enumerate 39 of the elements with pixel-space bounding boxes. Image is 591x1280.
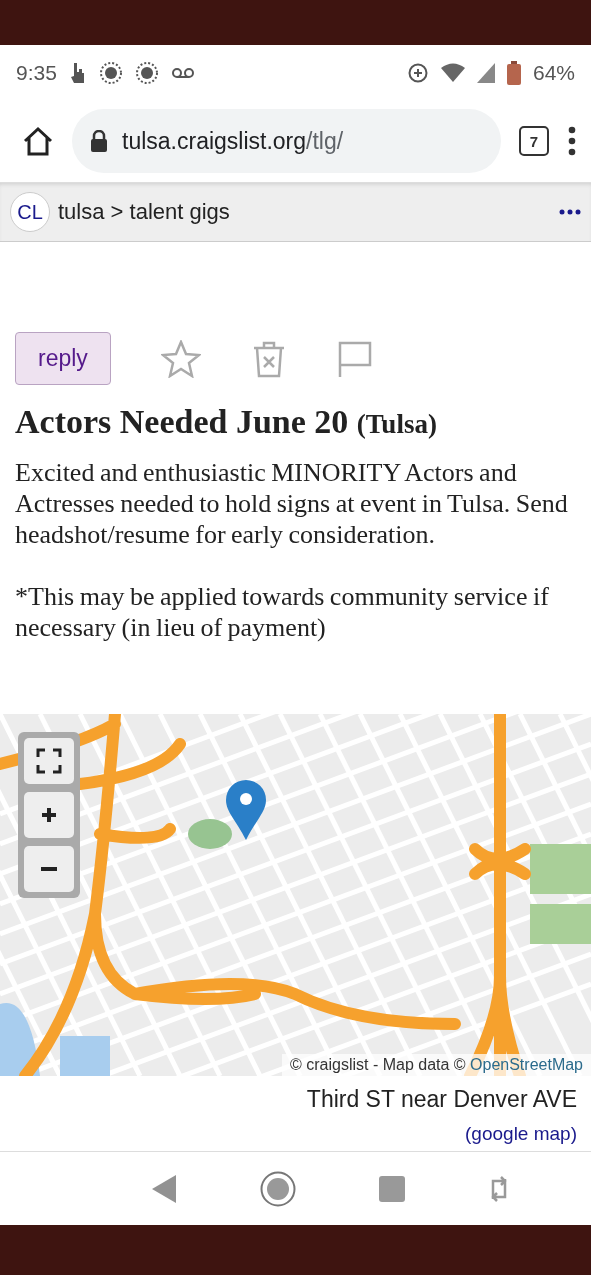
map-attribution: © craigslist - Map data © OpenStreetMap bbox=[281, 1054, 591, 1076]
map-pin-icon bbox=[226, 780, 266, 840]
gear-icon bbox=[134, 60, 159, 85]
google-map-link[interactable]: (google map) bbox=[465, 1123, 577, 1145]
recents-icon[interactable] bbox=[379, 1175, 406, 1202]
zoom-out-button[interactable] bbox=[24, 846, 74, 892]
hand-icon bbox=[68, 60, 87, 85]
post-body-text: Excited and enthusiastic MINORITY Actors and Actresses needed to hold signs at event in Tulsa. Send headshot/resume for early consideration. bbox=[15, 457, 569, 550]
battery-percent: 64% bbox=[532, 60, 575, 85]
menu-icon[interactable] bbox=[567, 126, 577, 156]
zoom-in-button[interactable] bbox=[24, 792, 74, 838]
minus-icon bbox=[41, 867, 57, 871]
more-icon[interactable] bbox=[559, 209, 581, 215]
gear-icon bbox=[98, 60, 123, 85]
status-time: 9:35 bbox=[16, 60, 57, 85]
wifi-icon bbox=[440, 62, 465, 83]
address-text: Third ST near Denver AVE bbox=[306, 1086, 577, 1113]
home-button-icon[interactable] bbox=[259, 1170, 296, 1207]
post-title: Actors Needed June 20 (Tulsa) bbox=[15, 403, 438, 441]
post-body-text: *This may be applied towards community service if necessary (in lieu of payment) bbox=[15, 581, 550, 643]
breadcrumb-path[interactable]: tulsa > talent gigs bbox=[58, 199, 551, 225]
address-bar[interactable]: tulsa.craigslist.org/tlg/ bbox=[72, 109, 501, 173]
plus-icon bbox=[41, 807, 57, 823]
back-icon[interactable] bbox=[151, 1174, 176, 1203]
home-icon[interactable] bbox=[22, 126, 54, 156]
openstreetmap-link[interactable]: OpenStreetMap bbox=[470, 1056, 583, 1073]
url-text: tulsa.craigslist.org/tlg/ bbox=[122, 127, 344, 155]
voicemail-icon bbox=[170, 65, 195, 80]
fullscreen-icon bbox=[36, 748, 62, 774]
reply-button[interactable]: reply bbox=[15, 332, 111, 385]
lock-icon bbox=[90, 130, 108, 152]
battery-icon bbox=[506, 60, 521, 85]
tab-count-button[interactable]: 7 bbox=[519, 126, 549, 156]
fullscreen-button[interactable] bbox=[24, 738, 74, 784]
site-logo[interactable]: CL bbox=[10, 192, 50, 232]
flag-icon[interactable] bbox=[336, 339, 373, 378]
data-saver-icon bbox=[406, 61, 429, 84]
star-icon[interactable] bbox=[160, 339, 201, 378]
signal-icon bbox=[476, 62, 495, 83]
